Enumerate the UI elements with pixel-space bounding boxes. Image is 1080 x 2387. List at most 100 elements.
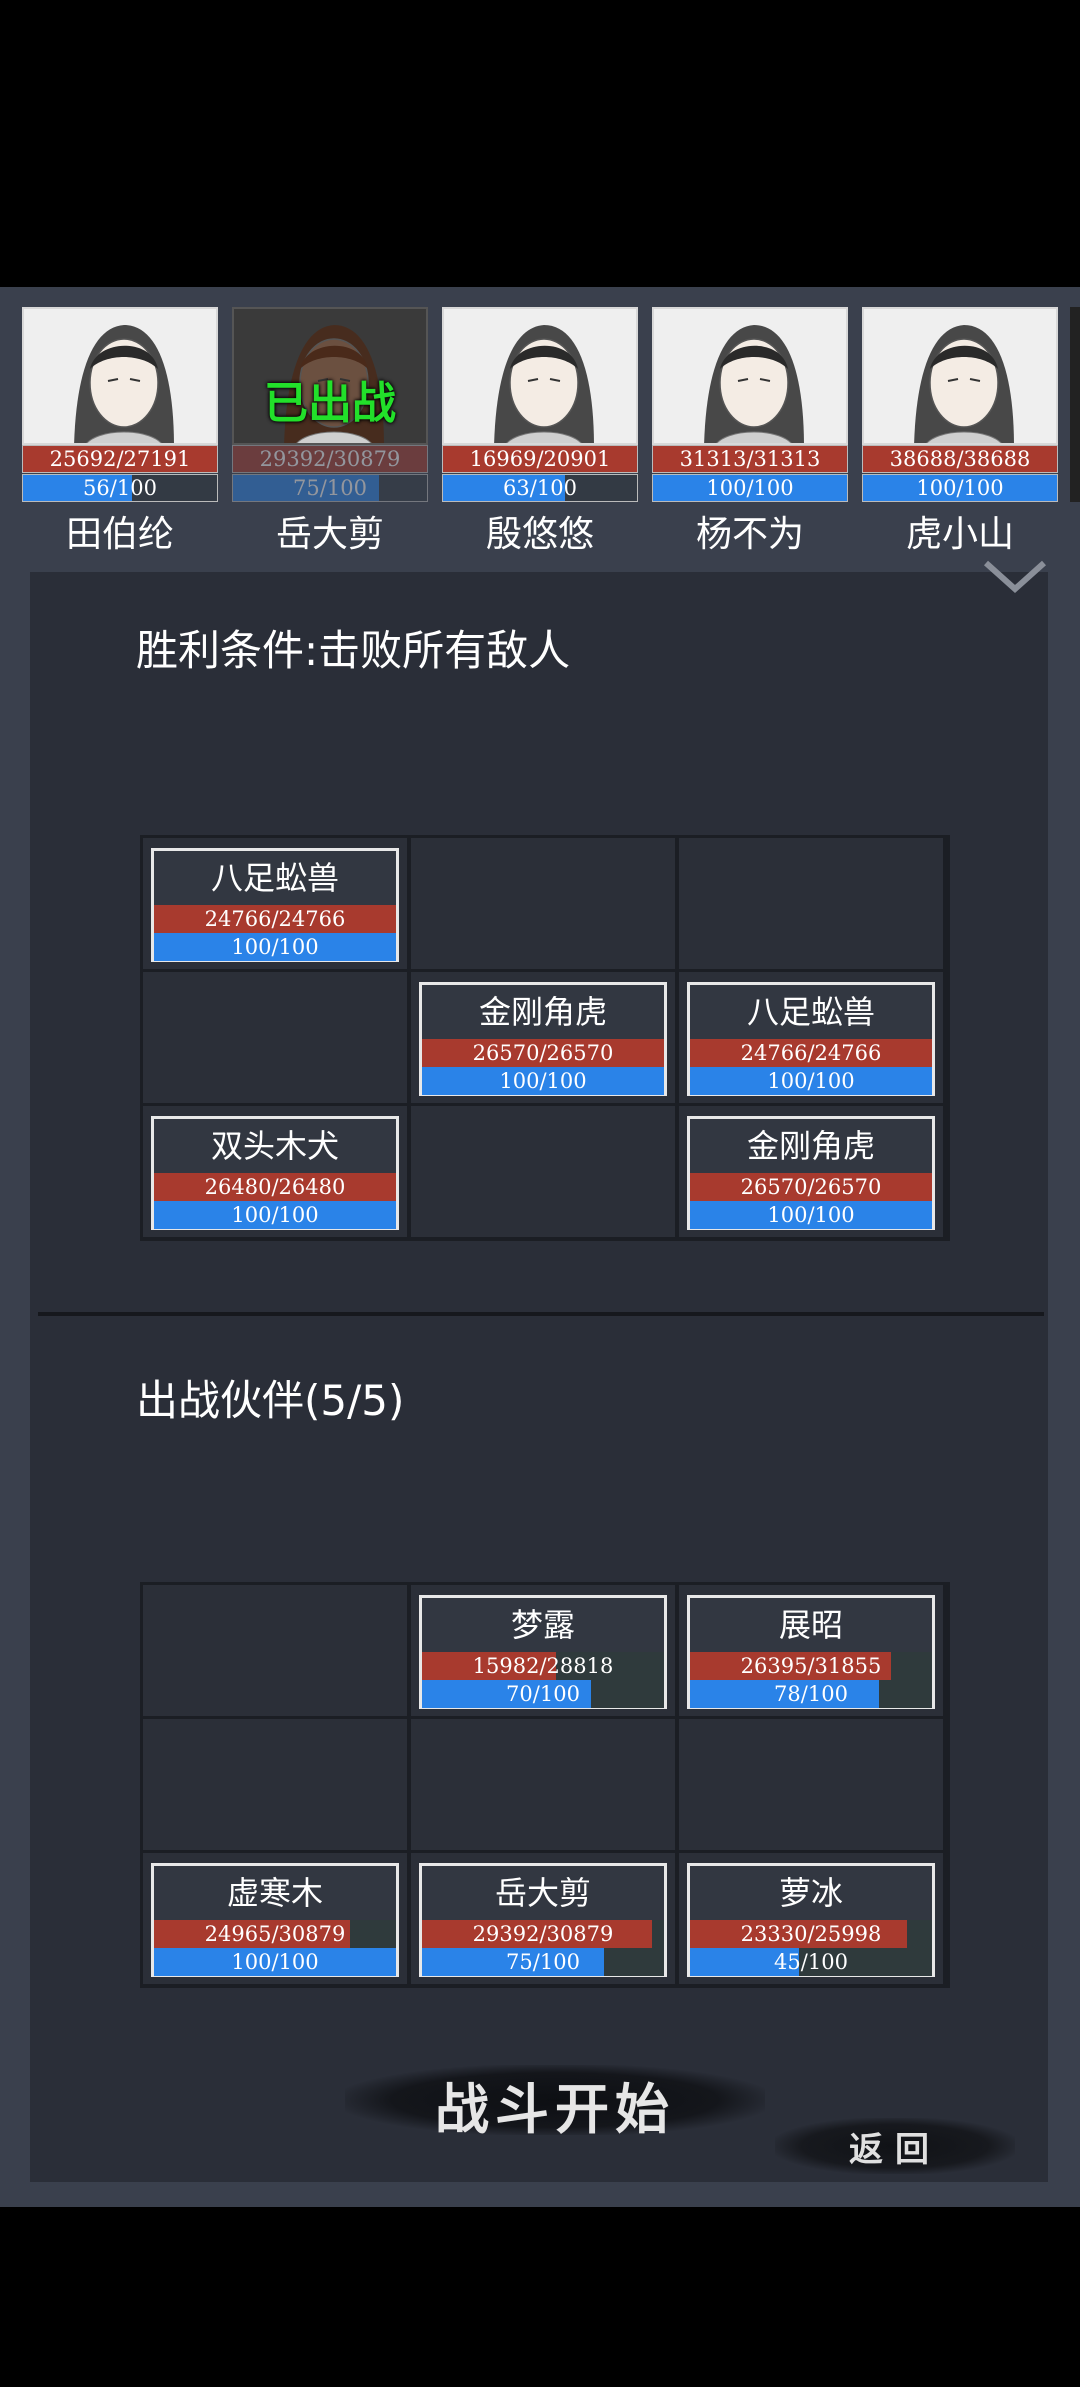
hero-mp-text: 63/100 <box>503 476 577 500</box>
deployed-badge: 已出战 <box>264 378 396 429</box>
ally-unit-hp-text: 23330/25998 <box>740 1922 882 1946</box>
enemy-unit-mp-bar: 100/100 <box>690 1201 932 1229</box>
back-button[interactable]: 返回 <box>775 2110 1015 2180</box>
ally-unit-name: 萝冰 <box>778 1874 843 1912</box>
ally-unit-mp-bar: 75/100 <box>422 1948 664 1976</box>
enemy-unit-hp-text: 26570/26570 <box>740 1175 882 1199</box>
ally-grid-cell[interactable] <box>143 1585 407 1716</box>
ally-unit-hp-text: 24965/30879 <box>204 1922 346 1946</box>
hero-portrait <box>22 307 218 445</box>
hero-mp-bar: 100/100 <box>862 474 1058 502</box>
ally-unit-name: 展昭 <box>778 1606 843 1644</box>
enemy-unit-mp-text: 100/100 <box>231 935 319 959</box>
victory-condition: 胜利条件:击败所有敌人 <box>136 626 571 675</box>
ally-unit-mp-bar: 100/100 <box>154 1948 396 1976</box>
hero-mp-text: 100/100 <box>706 476 794 500</box>
enemy-unit-hp-text: 26480/26480 <box>204 1175 346 1199</box>
hero-mp-text: 100/100 <box>916 476 1004 500</box>
hero-hp-bar: 25692/27191 <box>22 445 218 473</box>
ally-unit-mp-bar: 45/100 <box>690 1948 932 1976</box>
enemy-grid-cell[interactable] <box>143 972 407 1103</box>
ally-grid-cell[interactable]: 萝冰 23330/25998 45/100 <box>679 1853 943 1984</box>
enemy-grid-cell[interactable] <box>411 838 675 969</box>
ally-grid-cell[interactable]: 展昭 26395/31855 78/100 <box>679 1585 943 1716</box>
enemy-unit-name: 八足蚣兽 <box>746 993 875 1031</box>
hero-mp-text: 75/100 <box>293 476 367 500</box>
ally-unit-hp-bar: 15982/28818 <box>422 1652 664 1680</box>
hero-mp-bar: 56/100 <box>22 474 218 502</box>
ally-unit-card[interactable]: 展昭 26395/31855 78/100 <box>687 1595 935 1709</box>
ally-unit-mp-text: 75/100 <box>506 1950 580 1974</box>
enemy-grid-cell[interactable]: 双头木犬 26480/26480 100/100 <box>143 1106 407 1237</box>
hero-portrait <box>652 307 848 445</box>
ally-unit-mp-text: 100/100 <box>231 1950 319 1974</box>
enemy-unit-card[interactable]: 金刚角虎 26570/26570 100/100 <box>419 982 667 1096</box>
enemy-grid-cell[interactable] <box>679 838 943 969</box>
ally-formation-grid[interactable]: 梦露 15982/28818 70/100 展昭 26395/31855 78/100 虚寒… <box>140 1582 950 1988</box>
hero-portrait <box>862 307 1058 445</box>
enemy-unit-mp-bar: 100/100 <box>422 1067 664 1095</box>
ally-unit-hp-text: 29392/30879 <box>472 1922 614 1946</box>
hero-mp-bar: 75/100 <box>232 474 428 502</box>
enemy-grid-cell[interactable]: 金刚角虎 26570/26570 100/100 <box>679 1106 943 1237</box>
ally-unit-mp-bar: 78/100 <box>690 1680 932 1708</box>
ally-grid-cell[interactable] <box>411 1719 675 1850</box>
start-battle-button[interactable]: 战斗开始 <box>345 2055 765 2145</box>
party-title: 出战伙伴(5/5) <box>136 1376 405 1425</box>
enemy-unit-mp-text: 100/100 <box>499 1069 587 1093</box>
ally-unit-hp-bar: 29392/30879 <box>422 1920 664 1948</box>
enemy-grid-cell[interactable]: 八足蚣兽 24766/24766 100/100 <box>143 838 407 969</box>
hero-name: 杨不为 <box>695 514 804 555</box>
hero-mp-bar: 100/100 <box>652 474 848 502</box>
hero-card[interactable]: 38688/38688 100/100 虎小山 <box>862 307 1058 555</box>
enemy-unit-mp-text: 100/100 <box>767 1203 855 1227</box>
ally-unit-card[interactable]: 萝冰 23330/25998 45/100 <box>687 1863 935 1977</box>
enemy-unit-card[interactable]: 金刚角虎 26570/26570 100/100 <box>687 1116 935 1230</box>
enemy-unit-card[interactable]: 八足蚣兽 24766/24766 100/100 <box>687 982 935 1096</box>
hero-card[interactable]: 31313/31313 100/100 杨不为 <box>652 307 848 555</box>
hero-hp-text: 16969/20901 <box>469 447 611 471</box>
enemy-unit-hp-bar: 26570/26570 <box>422 1039 664 1067</box>
ally-unit-card[interactable]: 梦露 15982/28818 70/100 <box>419 1595 667 1709</box>
enemy-unit-card[interactable]: 八足蚣兽 24766/24766 100/100 <box>151 848 399 962</box>
hero-card[interactable]: 16969/20901 63/100 殷悠悠 <box>442 307 638 555</box>
enemy-grid-cell[interactable]: 金刚角虎 26570/26570 100/100 <box>411 972 675 1103</box>
ally-grid-cell[interactable]: 梦露 15982/28818 70/100 <box>411 1585 675 1716</box>
ally-grid-cell[interactable]: 岳大剪 29392/30879 75/100 <box>411 1853 675 1984</box>
enemy-unit-name: 金刚角虎 <box>478 993 607 1031</box>
ally-unit-mp-bar: 70/100 <box>422 1680 664 1708</box>
ally-unit-name: 岳大剪 <box>494 1874 591 1912</box>
ally-unit-card[interactable]: 岳大剪 29392/30879 75/100 <box>419 1863 667 1977</box>
enemy-grid-cell[interactable] <box>411 1106 675 1237</box>
ally-grid-cell[interactable] <box>679 1719 943 1850</box>
enemy-grid-cell[interactable]: 八足蚣兽 24766/24766 100/100 <box>679 972 943 1103</box>
hero-hp-text: 38688/38688 <box>889 447 1031 471</box>
ally-unit-mp-text: 45/100 <box>774 1950 848 1974</box>
battle-prep-screen: 25692/27191 56/100 田伯纶 已出战 29392/30879 75/100… <box>0 287 1080 2207</box>
hero-hp-bar: 16969/20901 <box>442 445 638 473</box>
hero-name: 田伯纶 <box>65 514 174 555</box>
ally-grid-cell[interactable]: 虚寒木 24965/30879 100/100 <box>143 1853 407 1984</box>
enemy-unit-hp-bar: 24766/24766 <box>154 905 396 933</box>
hero-card[interactable]: 已出战 29392/30879 75/100 岳大剪 <box>232 307 428 555</box>
ally-unit-hp-bar: 24965/30879 <box>154 1920 396 1948</box>
hero-name: 岳大剪 <box>275 514 384 555</box>
ally-grid-cell[interactable] <box>143 1719 407 1850</box>
ally-unit-name: 虚寒木 <box>226 1874 323 1912</box>
hero-roster[interactable]: 25692/27191 56/100 田伯纶 已出战 29392/30879 75/100… <box>0 287 1080 555</box>
enemy-unit-hp-bar: 26480/26480 <box>154 1173 396 1201</box>
chevron-down-icon[interactable] <box>980 557 1050 597</box>
back-label: 返回 <box>849 2130 941 2170</box>
ally-unit-card[interactable]: 虚寒木 24965/30879 100/100 <box>151 1863 399 1977</box>
roster-scroll-edge <box>1070 307 1080 502</box>
hero-hp-bar: 31313/31313 <box>652 445 848 473</box>
hero-card[interactable]: 25692/27191 56/100 田伯纶 <box>22 307 218 555</box>
enemy-unit-name: 八足蚣兽 <box>210 859 339 897</box>
enemy-unit-mp-text: 100/100 <box>231 1203 319 1227</box>
hero-portrait <box>442 307 638 445</box>
enemy-unit-card[interactable]: 双头木犬 26480/26480 100/100 <box>151 1116 399 1230</box>
ally-unit-name: 梦露 <box>510 1606 575 1644</box>
enemy-unit-hp-bar: 26570/26570 <box>690 1173 932 1201</box>
section-divider <box>38 1312 1044 1316</box>
enemy-unit-hp-text: 24766/24766 <box>204 907 346 931</box>
